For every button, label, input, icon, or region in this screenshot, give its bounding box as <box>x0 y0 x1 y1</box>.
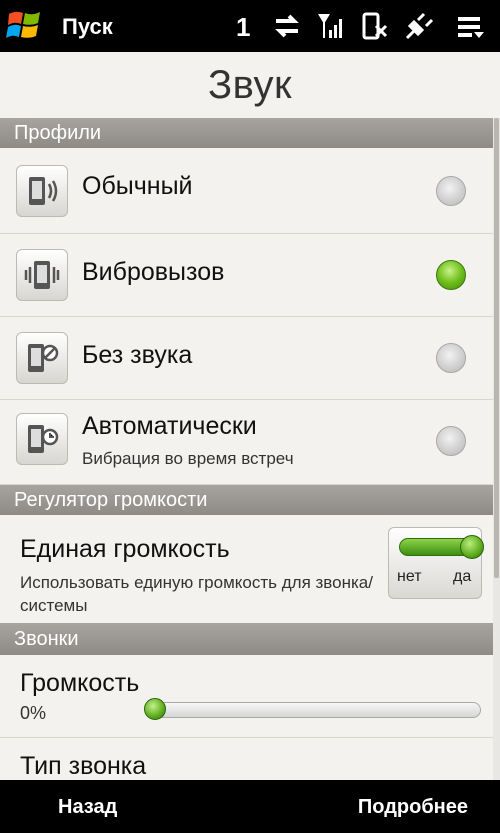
slider-knob[interactable] <box>144 698 166 720</box>
profile-radio-vibrate[interactable] <box>436 260 466 290</box>
profile-sublabel: Вибрация во время встреч <box>82 449 294 468</box>
status-bar: Пуск 1 <box>0 0 500 52</box>
power-plug-icon[interactable] <box>404 12 434 40</box>
profile-label: Обычный <box>82 172 193 200</box>
unified-volume-description: Использовать единую громкость для звонка… <box>20 573 373 615</box>
windows-logo-icon[interactable] <box>6 8 44 44</box>
toggle-track[interactable] <box>399 535 484 559</box>
profile-row-vibrate[interactable]: Вибровызов <box>0 234 500 317</box>
unified-volume-title: Единая громкость <box>20 535 230 563</box>
more-softkey[interactable]: Подробнее <box>358 796 468 819</box>
call-volume-row: Громкость 0% <box>0 655 500 738</box>
profile-label: Автоматически <box>82 412 257 440</box>
start-menu-label[interactable]: Пуск <box>62 14 113 40</box>
title-bar: Звук <box>0 52 500 118</box>
page-title: Звук <box>207 63 293 107</box>
call-volume-slider[interactable] <box>144 698 481 720</box>
menu-icon[interactable] <box>456 12 486 40</box>
phone-sound-icon <box>16 165 68 217</box>
call-volume-value: 0% <box>20 703 47 723</box>
phone-vibrate-icon <box>16 249 68 301</box>
profile-row-silent[interactable]: Без звука <box>0 317 500 400</box>
back-softkey[interactable]: Назад <box>58 796 117 819</box>
toggle-on-label: да <box>453 568 472 585</box>
profile-label: Без звука <box>82 341 193 369</box>
sound-status-icon[interactable] <box>360 12 390 40</box>
profile-radio-silent[interactable] <box>436 343 466 373</box>
ringtone-row[interactable]: Тип звонка <box>0 738 500 780</box>
call-volume-title: Громкость <box>20 669 140 697</box>
profile-radio-normal[interactable] <box>436 176 466 206</box>
phone-mute-icon <box>16 332 68 384</box>
profile-row-automatic[interactable]: Автоматически Вибрация во время встреч <box>0 400 500 485</box>
data-connection-icon[interactable] <box>272 12 302 40</box>
scrollbar[interactable] <box>493 118 500 780</box>
profile-label: Вибровызов <box>82 258 225 286</box>
profile-row-normal[interactable]: Обычный <box>0 148 500 234</box>
softkey-bar: Назад Подробнее <box>0 780 500 833</box>
section-header-calls: Звонки <box>0 623 500 655</box>
toggle-knob[interactable] <box>460 535 484 559</box>
notification-count: 1 <box>236 12 251 42</box>
toggle-off-label: нет <box>397 568 422 585</box>
ringtone-title: Тип звонка <box>20 752 147 780</box>
section-header-profiles: Профили <box>0 118 500 148</box>
scrollbar-thumb[interactable] <box>494 118 499 578</box>
profile-radio-automatic[interactable] <box>436 426 466 456</box>
section-header-volume: Регулятор громкости <box>0 485 500 515</box>
phone-clock-icon <box>16 413 68 465</box>
signal-strength-icon[interactable] <box>316 12 346 40</box>
unified-volume-toggle[interactable]: нет да <box>388 527 484 599</box>
unified-volume-row[interactable]: Единая громкость Использовать единую гро… <box>0 515 500 623</box>
